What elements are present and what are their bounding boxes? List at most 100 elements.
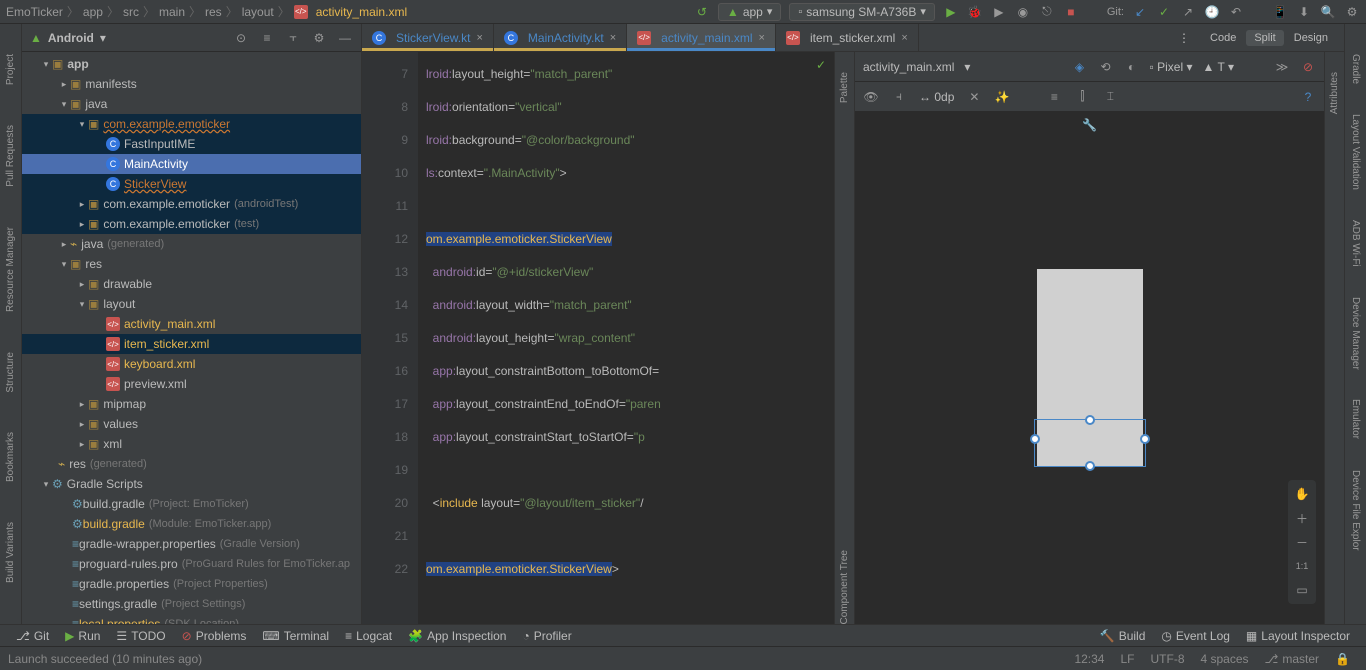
tree-gw[interactable]: gradle-wrapper.properties bbox=[79, 537, 216, 551]
crumb[interactable]: layout bbox=[242, 5, 274, 19]
infer-icon[interactable]: ✨ bbox=[994, 89, 1010, 105]
eye-icon[interactable]: 👁 bbox=[863, 89, 879, 105]
run-icon[interactable]: ▶ bbox=[943, 4, 959, 20]
tree-pkg-at[interactable]: com.example.emoticker bbox=[103, 197, 230, 211]
gear-icon[interactable]: ⚙ bbox=[311, 30, 327, 46]
tw-todo[interactable]: ☰TODO bbox=[108, 629, 173, 643]
default-margin[interactable]: ↔ 0dp bbox=[919, 90, 954, 104]
avd-icon[interactable]: 📱 bbox=[1272, 4, 1288, 20]
tw-problems[interactable]: ⊘Problems bbox=[174, 629, 255, 643]
issues-icon[interactable]: ⊘ bbox=[1300, 59, 1316, 75]
tw-git[interactable]: ⎇Git bbox=[8, 629, 57, 643]
tw-run[interactable]: ▶Run bbox=[57, 629, 108, 643]
tree-java[interactable]: java bbox=[85, 97, 107, 111]
crumb[interactable]: EmoTicker bbox=[6, 5, 63, 19]
tw-bookmarks[interactable]: Bookmarks bbox=[5, 432, 16, 482]
tw-pull-requests[interactable]: Pull Requests bbox=[5, 125, 16, 187]
tree-drawable[interactable]: drawable bbox=[103, 277, 152, 291]
zoom-11-icon[interactable]: 1:1 bbox=[1294, 558, 1310, 574]
tw-layout-validation[interactable]: Layout Validation bbox=[1350, 114, 1361, 190]
viewmode-design[interactable]: Design bbox=[1286, 30, 1336, 46]
viewmode-code[interactable]: Code bbox=[1202, 30, 1244, 46]
locate-icon[interactable]: ⊙ bbox=[233, 30, 249, 46]
zoom-fit-icon[interactable]: ▭ bbox=[1294, 582, 1310, 598]
viewmode-split[interactable]: Split bbox=[1246, 30, 1283, 46]
preview-device[interactable]: ▫ Pixel ▾ bbox=[1150, 60, 1193, 74]
zoom-in-icon[interactable]: ＋ bbox=[1294, 510, 1310, 526]
tree-stickerview[interactable]: StickerView bbox=[124, 177, 186, 191]
coverage-icon[interactable]: ▶ bbox=[991, 4, 1007, 20]
warnings-icon[interactable]: ≫ bbox=[1274, 59, 1290, 75]
tree-pkg-test[interactable]: com.example.emoticker bbox=[103, 217, 230, 231]
tw-adb-wifi[interactable]: ADB Wi-Fi bbox=[1350, 220, 1361, 267]
tab-stickerview[interactable]: CStickerView.kt× bbox=[362, 24, 494, 51]
align-icon[interactable]: ≡ bbox=[1046, 89, 1062, 105]
tree-sg[interactable]: settings.gradle bbox=[79, 597, 157, 611]
status-branch[interactable]: ⎇ master bbox=[1257, 652, 1328, 666]
tw-gradle[interactable]: Gradle bbox=[1350, 54, 1361, 84]
tree-pkg[interactable]: com.example.emoticker bbox=[103, 117, 230, 131]
tree-bg1[interactable]: build.gradle bbox=[83, 497, 145, 511]
expand-icon[interactable]: ≡ bbox=[259, 30, 275, 46]
tw-emulator[interactable]: Emulator bbox=[1350, 399, 1361, 439]
tw-profiler[interactable]: ◔Profiler bbox=[514, 629, 579, 643]
project-tree[interactable]: ▾▣app ▸▣manifests ▾▣java ▾▣com.example.e… bbox=[22, 52, 361, 646]
git-history-icon[interactable]: 🕘 bbox=[1204, 4, 1220, 20]
tw-project[interactable]: Project bbox=[5, 54, 16, 85]
tree-gp[interactable]: gradle.properties bbox=[79, 577, 169, 591]
tree-layout[interactable]: layout bbox=[103, 297, 135, 311]
crumb[interactable]: src bbox=[123, 5, 139, 19]
tw-device-manager[interactable]: Device Manager bbox=[1350, 297, 1361, 370]
device-selector[interactable]: ▫ samsung SM-A736B ▾ bbox=[789, 3, 935, 21]
git-commit-icon[interactable]: ✓ bbox=[1156, 4, 1172, 20]
status-indent[interactable]: 4 spaces bbox=[1193, 652, 1257, 666]
pack-icon[interactable]: ⫿ bbox=[1074, 89, 1090, 105]
git-push-icon[interactable]: ↗ bbox=[1180, 4, 1196, 20]
tw-device-file-explorer[interactable]: Device File Explor bbox=[1350, 470, 1361, 551]
tree-manifests[interactable]: manifests bbox=[85, 77, 136, 91]
tw-app-inspection[interactable]: 🧩App Inspection bbox=[400, 629, 514, 643]
design-attributes[interactable]: Attributes bbox=[1329, 72, 1340, 114]
search-icon[interactable]: 🔍 bbox=[1320, 4, 1336, 20]
tree-file-preview[interactable]: preview.xml bbox=[124, 377, 187, 391]
preview-file[interactable]: activity_main.xml bbox=[863, 60, 954, 74]
help-icon[interactable]: ? bbox=[1300, 89, 1316, 105]
tree-xml[interactable]: xml bbox=[103, 437, 122, 451]
status-lock-icon[interactable]: 🔒 bbox=[1327, 652, 1358, 666]
guideline-icon[interactable]: ⌶ bbox=[1102, 89, 1118, 105]
tree-resgen[interactable]: res bbox=[69, 457, 86, 471]
tab-mainactivity[interactable]: CMainActivity.kt× bbox=[494, 24, 627, 51]
tree-pg[interactable]: proguard-rules.pro bbox=[79, 557, 178, 571]
crumb[interactable]: app bbox=[83, 5, 103, 19]
crumb[interactable]: res bbox=[205, 5, 222, 19]
git-update-icon[interactable]: ↙ bbox=[1132, 4, 1148, 20]
design-palette[interactable]: Palette bbox=[839, 72, 850, 103]
tree-fastinput[interactable]: FastInputIME bbox=[124, 137, 195, 151]
status-pos[interactable]: 12:34 bbox=[1066, 652, 1112, 666]
device-frame[interactable] bbox=[1037, 269, 1143, 467]
panel-title[interactable]: Android bbox=[48, 31, 94, 45]
git-rollback-icon[interactable]: ↶ bbox=[1228, 4, 1244, 20]
wrench-icon[interactable]: 🔧 bbox=[1082, 118, 1097, 132]
stop-icon[interactable]: ■ bbox=[1063, 4, 1079, 20]
preview-theme[interactable]: ▲ T ▾ bbox=[1203, 60, 1234, 74]
tw-layout-inspector[interactable]: ▦Layout Inspector bbox=[1238, 629, 1358, 643]
tree-file-activity[interactable]: activity_main.xml bbox=[124, 317, 215, 331]
nightmode-icon[interactable]: ◐ bbox=[1124, 59, 1140, 75]
tw-eventlog[interactable]: ◷Event Log bbox=[1153, 629, 1238, 643]
tw-build[interactable]: 🔨Build bbox=[1092, 629, 1154, 643]
inspection-ok-icon[interactable]: ✓ bbox=[816, 58, 826, 72]
tw-build-variants[interactable]: Build Variants bbox=[5, 522, 16, 583]
tree-values[interactable]: values bbox=[103, 417, 138, 431]
tree-app[interactable]: app bbox=[67, 57, 88, 71]
zoom-out-icon[interactable]: － bbox=[1294, 534, 1310, 550]
tree-gradle-scripts[interactable]: Gradle Scripts bbox=[67, 477, 143, 491]
sdk-icon[interactable]: ⬇ bbox=[1296, 4, 1312, 20]
tree-javagen[interactable]: java bbox=[81, 237, 103, 251]
design-canvas[interactable]: 🔧 ✋ ＋ － 1:1 ▭ bbox=[855, 112, 1324, 624]
clear-constraints-icon[interactable]: ✕ bbox=[966, 89, 982, 105]
tree-file-item[interactable]: item_sticker.xml bbox=[124, 337, 209, 351]
surface-icon[interactable]: ◈ bbox=[1072, 59, 1088, 75]
tw-terminal[interactable]: ⌨Terminal bbox=[254, 629, 337, 643]
tree-mipmap[interactable]: mipmap bbox=[103, 397, 146, 411]
